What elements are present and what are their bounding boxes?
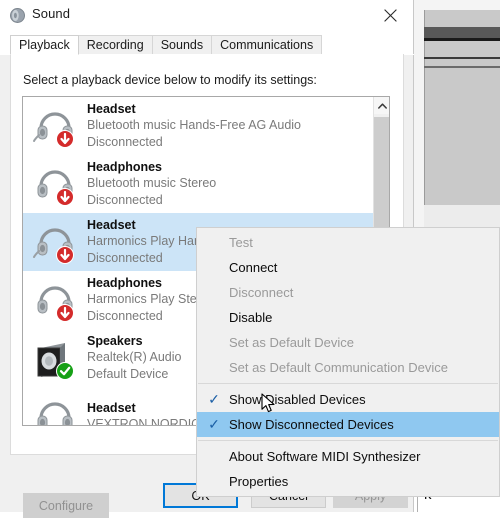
headset-icon xyxy=(31,102,79,150)
background-bar-line-2 xyxy=(424,66,500,68)
list-item[interactable]: Headphones Bluetooth music Stereo Discon… xyxy=(23,155,374,213)
title-bar: Sound xyxy=(0,0,413,32)
device-text: Speakers Realtek(R) Audio Default Device xyxy=(87,333,182,383)
menu-item-set-as-default-device[interactable]: Set as Default Device xyxy=(197,330,499,355)
menu-item-disable[interactable]: Disable xyxy=(197,305,499,330)
speakers-icon xyxy=(31,334,79,382)
tab-strip: Playback Recording Sounds Communications xyxy=(0,31,413,55)
device-description: Realtek(R) Audio xyxy=(87,350,182,364)
headphones-icon xyxy=(31,160,79,208)
menu-separator xyxy=(198,440,498,441)
context-menu: Test Connect Disconnect Disable Set as D… xyxy=(196,227,500,497)
close-icon[interactable] xyxy=(367,0,413,30)
device-name: Headphones xyxy=(87,160,163,174)
menu-item-set-as-default-communication-device[interactable]: Set as Default Communication Device xyxy=(197,355,499,380)
menu-item-test[interactable]: Test xyxy=(197,230,499,255)
device-text: Headphones Bluetooth music Stereo Discon… xyxy=(87,159,216,209)
background-bar-line-1 xyxy=(424,57,500,59)
window-title: Sound xyxy=(32,6,71,21)
menu-item-properties[interactable]: Properties xyxy=(197,469,499,494)
tab-playback[interactable]: Playback xyxy=(10,35,79,55)
menu-item-about-software-midi-synthesizer[interactable]: About Software MIDI Synthesizer xyxy=(197,444,499,469)
background-bar-black xyxy=(424,38,500,41)
menu-item-connect[interactable]: Connect xyxy=(197,255,499,280)
device-status: Disconnected xyxy=(87,135,163,149)
device-name: Headset xyxy=(87,102,136,116)
tab-sounds[interactable]: Sounds xyxy=(151,35,213,55)
headset-icon xyxy=(31,392,79,425)
speaker-icon xyxy=(9,7,26,24)
device-description: Bluetooth music Hands-Free AG Audio xyxy=(87,118,302,132)
tab-list: Playback Recording Sounds Communications xyxy=(10,34,323,55)
headphones-icon xyxy=(31,276,79,324)
menu-item-label: Show Disabled Devices xyxy=(229,392,366,407)
menu-item-show-disabled-devices[interactable]: ✓ Show Disabled Devices xyxy=(197,387,499,412)
device-description: Bluetooth music Stereo xyxy=(87,176,217,190)
menu-item-show-disconnected-devices[interactable]: ✓ Show Disconnected Devices xyxy=(197,412,499,437)
chevron-up-icon[interactable] xyxy=(374,97,389,114)
device-name: Speakers xyxy=(87,334,143,348)
checkmark-icon: ✓ xyxy=(208,391,220,407)
device-status: Disconnected xyxy=(87,193,163,207)
background-window-footer xyxy=(424,205,500,227)
headset-icon xyxy=(31,218,79,266)
tab-communications[interactable]: Communications xyxy=(211,35,323,55)
background-bar-dark xyxy=(424,27,500,38)
list-item[interactable]: Headset Bluetooth music Hands-Free AG Au… xyxy=(23,97,374,155)
menu-separator xyxy=(198,383,498,384)
menu-item-label: Show Disconnected Devices xyxy=(229,417,394,432)
checkmark-icon: ✓ xyxy=(208,416,220,432)
device-status: Default Device xyxy=(87,367,169,381)
tab-recording[interactable]: Recording xyxy=(77,35,153,55)
instruction-label: Select a playback device below to modify… xyxy=(23,73,317,87)
menu-item-disconnect[interactable]: Disconnect xyxy=(197,280,499,305)
device-text: Headset Bluetooth music Hands-Free AG Au… xyxy=(87,101,301,151)
